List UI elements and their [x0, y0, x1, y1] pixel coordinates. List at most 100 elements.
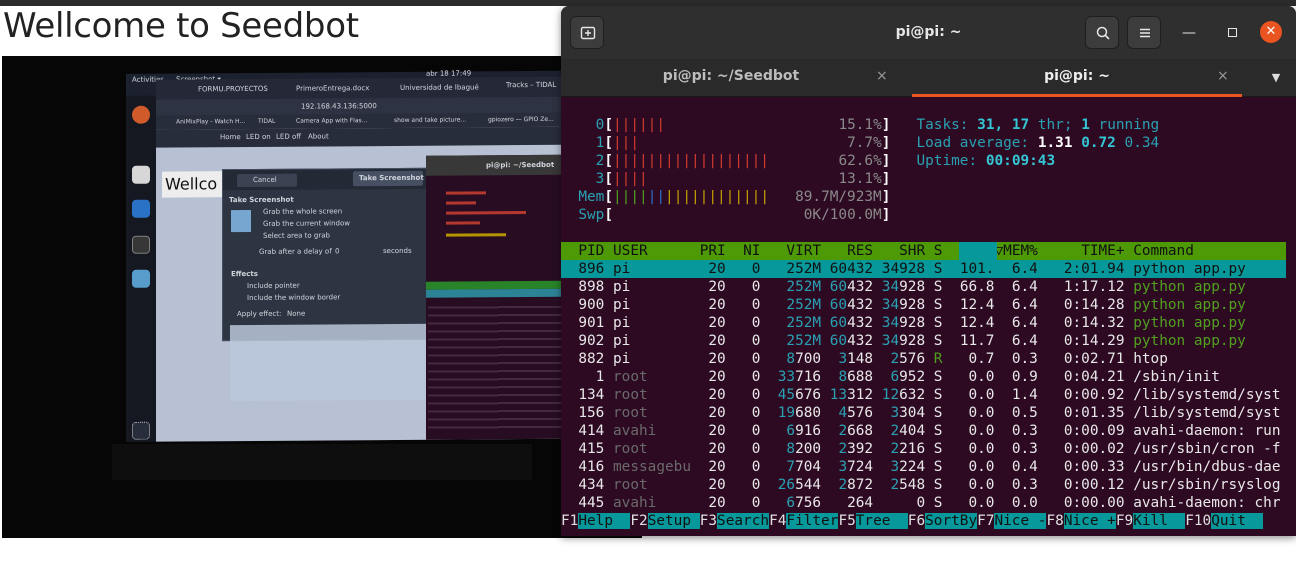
- process-row[interactable]: 882 pi 20 0 8 700 3 148 2 576 R 0.7 0.3 0:02.71 htop: [561, 350, 1286, 368]
- htop-view[interactable]: 0[|||||| 15.1%] 1[||| 7.7%] 2[||||||||||||||…: [561, 98, 1296, 536]
- process-row[interactable]: 434 root 20 0 26 544 2 872 2 548 S 0.0 0.3 0:00.12/us…: [561, 476, 1286, 494]
- fkey-number: F9: [1115, 513, 1134, 529]
- cell-pid: 896: [578, 261, 605, 277]
- cell-res-high: 2: [838, 441, 848, 457]
- cell-virt-low: 716: [795, 369, 822, 385]
- swap-meter: Swp[0K/100.0M]: [561, 206, 1286, 224]
- fkey-label: Nice +: [1063, 513, 1116, 529]
- process-row[interactable]: 896 pi 20 0 252M 60432 34928 S 101. 6.4 2:01.94 pyt…: [561, 260, 1286, 278]
- cell-shr-high: 2: [890, 441, 900, 457]
- process-row[interactable]: 901 pi 20 0 252M 60 432 34 928 S 12.4 6.4 0:14.32 pyt…: [561, 314, 1286, 332]
- process-header[interactable]: PIDUSERPRINIVIRTRESSHRSCPU%MEM%TIME+Comm…: [561, 242, 1286, 260]
- process-row[interactable]: 414 avahi 20 0 6 916 2 668 2 404 S 0.0 0.3 0:00.09 ava…: [561, 422, 1286, 440]
- tab-seedbot[interactable]: pi@pi: ~/Seedbot ×: [561, 59, 901, 97]
- camera-photo: Activities Screenshot ▾ abr 18 17:49 FOR…: [2, 56, 642, 538]
- cell-ni: 0: [751, 279, 761, 295]
- tab-close-icon[interactable]: ×: [1217, 59, 1229, 93]
- cell-virt: 252M: [786, 297, 822, 313]
- maximize-button[interactable]: [1222, 22, 1244, 44]
- fkey-f4[interactable]: F4Filter: [769, 512, 839, 530]
- menu-button[interactable]: [1127, 16, 1161, 49]
- cell-ni: 0: [751, 441, 761, 457]
- process-row[interactable]: 1 root 20 0 33 716 8 688 6 952 S 0.0 0.9 0:04.21/sbin…: [561, 368, 1286, 386]
- mem-bar-buffers: ||: [647, 189, 666, 205]
- cell-s: S: [933, 315, 943, 331]
- fkey-f10[interactable]: F10Quit: [1185, 512, 1264, 530]
- cell-cmd: python app.py: [1133, 279, 1246, 295]
- cell-ni: 0: [751, 495, 761, 511]
- chevron-down-icon: ▼: [1271, 71, 1281, 84]
- process-row[interactable]: 900 pi 20 0 252M 60 432 34 928 S 12.4 6.4 0:14.28 pyt…: [561, 296, 1286, 314]
- terminal-window[interactable]: pi@pi: ~ — ✕ pi@pi: ~/Seedbot × pi@pi: ~…: [561, 6, 1296, 536]
- minimize-button[interactable]: —: [1178, 22, 1200, 44]
- fkey-f3[interactable]: F3Search: [700, 512, 770, 530]
- process-row[interactable]: 415 root 20 0 8 200 2 392 2 216 S 0.0 0.3 0:00.02/usr…: [561, 440, 1286, 458]
- cell-cmd: /usr/sbin/rsyslog: [1133, 477, 1281, 493]
- cell-pid: 415: [578, 441, 605, 457]
- cell-virt-low: 916: [795, 423, 822, 439]
- fkey-f2[interactable]: F2Setup: [630, 512, 700, 530]
- cell-pri: 20: [708, 369, 726, 385]
- running-count: 1: [1081, 117, 1090, 133]
- load-5min: 0.72: [1081, 135, 1116, 151]
- cell-pid: 902: [578, 333, 605, 349]
- cell-cmd: python app.py: [1133, 297, 1246, 313]
- fkey-f7[interactable]: F7Nice -: [977, 512, 1047, 530]
- scrollbar[interactable]: [1288, 98, 1296, 536]
- cell-pid: 414: [578, 423, 605, 439]
- cell-res-low: 148: [847, 351, 874, 367]
- tasks-label: Tasks:: [916, 117, 969, 133]
- search-button[interactable]: [1085, 16, 1119, 49]
- cell-shr: 34928: [881, 261, 926, 277]
- cell-mem: 0.3: [1011, 351, 1038, 367]
- search-icon: [1096, 26, 1110, 40]
- cell-cpu: 11.7: [959, 333, 995, 349]
- process-row[interactable]: 416 messagebu 20 0 7 704 3 724 3 224 S 0.0 0.4 0:00.3…: [561, 458, 1286, 476]
- fkey-f9[interactable]: F9Kill: [1115, 512, 1186, 530]
- cell-res-low: 432: [847, 333, 874, 349]
- cell-cpu: 12.4: [959, 315, 995, 331]
- tab-list-dropdown[interactable]: ▼: [1265, 59, 1287, 97]
- close-icon: ✕: [1265, 24, 1277, 39]
- active-tab-indicator: [912, 94, 1242, 97]
- fkey-number: F2: [630, 513, 648, 529]
- cell-pid: 434: [578, 477, 605, 493]
- fkey-label: Search: [717, 513, 770, 529]
- process-row[interactable]: 902 pi 20 0 252M 60 432 34 928 S 11.7 6.4 0:14.29 pyt…: [561, 332, 1286, 350]
- cell-mem: 0.3: [1011, 423, 1038, 439]
- cell-mem: 0.5: [1011, 405, 1038, 421]
- fkey-number: F7: [977, 513, 995, 529]
- cell-res-high: 60: [829, 297, 848, 313]
- close-button[interactable]: ✕: [1260, 21, 1282, 43]
- tab-home[interactable]: pi@pi: ~ ×: [912, 59, 1242, 97]
- cell-time: 0:00.09: [1063, 423, 1125, 439]
- function-key-bar[interactable]: F1Help F2Setup F3Search F4Filter F5Tree F6…: [561, 512, 1296, 530]
- fkey-f6[interactable]: F6SortBy: [908, 512, 978, 530]
- tab-close-icon[interactable]: ×: [876, 59, 888, 93]
- cell-mem: 6.4: [1011, 297, 1038, 313]
- cell-s: S: [933, 297, 943, 313]
- cell-ni: 0: [751, 477, 761, 493]
- process-row[interactable]: 134 root 20 0 45 676 13 312 12 632 S 0.0 1.4 0:00.92 /…: [561, 386, 1286, 404]
- cell-virt-high: 19: [777, 405, 796, 421]
- fkey-f1[interactable]: F1Help: [561, 512, 631, 530]
- fkey-number: F4: [769, 513, 787, 529]
- cell-time: 2:01.94: [1063, 261, 1125, 277]
- process-row[interactable]: 898 pi 20 0 252M 60 432 34 928 S 66.8 6.4 1:17.12 pyt…: [561, 278, 1286, 296]
- mem-bar-cache: ||||||||||||: [665, 189, 769, 205]
- fkey-f5[interactable]: F5Tree: [838, 512, 908, 530]
- process-row[interactable]: 156 root 20 0 19 680 4 576 3 304 S 0.0 0.5 0:01.35/li…: [561, 404, 1286, 422]
- cell-mem: 0.4: [1011, 459, 1038, 475]
- fkey-f8[interactable]: F8Nice +: [1047, 512, 1116, 530]
- cell-user: root: [613, 387, 648, 403]
- cell-virt: 252M: [786, 261, 822, 277]
- cell-ni: 0: [751, 459, 761, 475]
- cell-mem: 6.4: [1011, 315, 1038, 331]
- cpu-id: 3: [595, 171, 605, 187]
- cell-res-high: 4: [838, 405, 848, 421]
- tasks-line: Tasks: 31, 17 thr; 1 running: [561, 116, 1286, 134]
- cell-pid: 445: [578, 495, 605, 511]
- cell-time: 0:00.02: [1063, 441, 1125, 457]
- process-row[interactable]: 445 avahi 20 0 6 756 264 0 S 0.0 0.0 0:00.00 avahi-d…: [561, 494, 1286, 512]
- title-bar[interactable]: pi@pi: ~ — ✕: [561, 6, 1296, 59]
